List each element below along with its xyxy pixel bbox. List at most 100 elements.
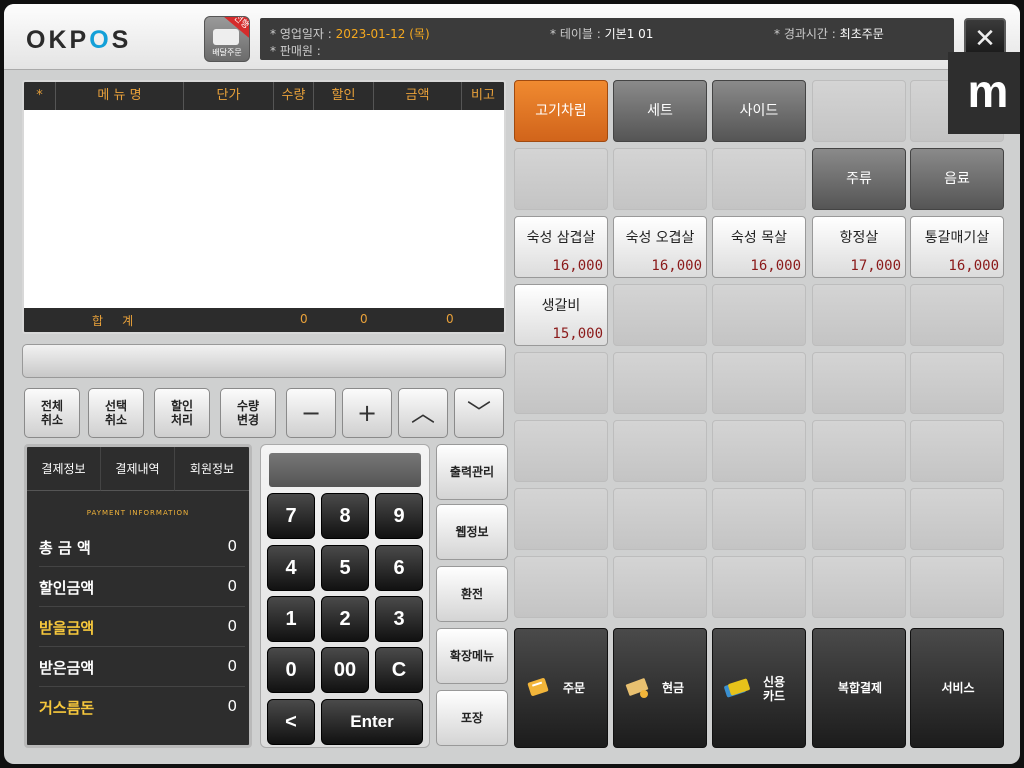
column-header-marker: * — [24, 82, 56, 110]
tab-payment-info[interactable]: 결제정보 — [27, 447, 101, 491]
payment-info-heading: PAYMENT INFORMATION — [86, 509, 190, 517]
chevron-left-icon: < — [285, 711, 297, 733]
change-amount-label: 거스름돈 — [39, 699, 95, 717]
empty-slot — [712, 352, 806, 414]
key-enter[interactable]: Enter — [321, 699, 423, 745]
category-side[interactable]: 사이드 — [712, 80, 806, 142]
empty-slot — [712, 488, 806, 550]
menu-item-name: 항정살 — [839, 230, 879, 246]
elapsed-value: 최초주문 — [839, 27, 884, 41]
combined-payment-label: 복합결제 — [837, 681, 883, 695]
menu-item-aged-moksal[interactable]: 숙성 목살 16,000 — [712, 216, 806, 278]
delivery-label: 배달주문 — [212, 48, 242, 57]
print-management-button[interactable]: 출력관리 — [436, 444, 508, 500]
total-amount-value: 0 — [227, 537, 237, 555]
key-8[interactable]: 8 — [321, 493, 369, 539]
menu-item-price: 16,000 — [552, 258, 603, 274]
key-clear[interactable]: C — [375, 647, 423, 693]
empty-slot — [910, 556, 1004, 618]
empty-slot — [613, 420, 707, 482]
discount-amount-row: 할인금액 0 — [39, 567, 245, 607]
change-amount-value: 0 — [227, 697, 237, 715]
credit-card-label: 신용 카드 — [763, 675, 786, 703]
info-bar: * 영업일자 : 2023-01-12 (목) * 테이블 : 기본1 01 *… — [260, 18, 954, 60]
empty-slot — [613, 556, 707, 618]
down-button[interactable]: ﹀ — [454, 388, 504, 438]
pos-window: OKPOS 선행 배달주문 * 영업일자 : 2023-01-12 (목) * … — [4, 4, 1020, 764]
order-icon — [527, 678, 549, 696]
top-bar: OKPOS 선행 배달주문 * 영업일자 : 2023-01-12 (목) * … — [4, 4, 1020, 70]
key-5[interactable]: 5 — [321, 545, 369, 591]
menu-item-aged-samgyeopsal[interactable]: 숙성 삼겹살 16,000 — [514, 216, 608, 278]
empty-slot — [812, 556, 906, 618]
order-label: 주문 — [563, 681, 586, 695]
sum-discount: 0 — [360, 312, 368, 326]
sum-row: 합 계 0 0 0 — [24, 308, 504, 332]
currency-exchange-button[interactable]: 환전 — [436, 566, 508, 622]
menu-item-price: 15,000 — [552, 326, 603, 342]
key-3[interactable]: 3 — [375, 596, 423, 642]
menu-item-hangjeongsal[interactable]: 항정살 17,000 — [812, 216, 906, 278]
truck-icon — [213, 29, 239, 45]
key-0[interactable]: 0 — [267, 647, 315, 693]
menu-item-aged-ogyeopsal[interactable]: 숙성 오겹살 16,000 — [613, 216, 707, 278]
key-4[interactable]: 4 — [267, 545, 315, 591]
m-logo: m — [948, 52, 1020, 134]
up-button[interactable]: ︿ — [398, 388, 448, 438]
key-7[interactable]: 7 — [267, 493, 315, 539]
empty-slot — [812, 284, 906, 346]
business-date: 2023-01-12 (목) — [335, 27, 430, 41]
tab-member-info[interactable]: 회원정보 — [175, 447, 249, 491]
tab-payment-history[interactable]: 결제내역 — [101, 447, 175, 491]
menu-item-galmaegisal[interactable]: 통갈매기살 16,000 — [910, 216, 1004, 278]
cancel-selected-button[interactable]: 선택 취소 — [88, 388, 144, 438]
key-6[interactable]: 6 — [375, 545, 423, 591]
empty-slot — [613, 284, 707, 346]
empty-slot — [712, 284, 806, 346]
cash-button[interactable]: 현금 — [613, 628, 707, 748]
web-info-button[interactable]: 웹정보 — [436, 504, 508, 560]
key-9[interactable]: 9 — [375, 493, 423, 539]
credit-card-button[interactable]: 신용 카드 — [712, 628, 806, 748]
business-date-info: * 영업일자 : 2023-01-12 (목) — [270, 27, 430, 41]
minus-button[interactable]: − — [286, 388, 336, 438]
empty-slot — [812, 488, 906, 550]
key-1[interactable]: 1 — [267, 596, 315, 642]
order-button[interactable]: 주문 — [514, 628, 608, 748]
takeout-button[interactable]: 포장 — [436, 690, 508, 746]
numeric-keypad: 7 8 9 4 5 6 1 2 3 0 00 C < Enter — [260, 444, 430, 748]
category-liquor[interactable]: 주류 — [812, 148, 906, 210]
discount-button[interactable]: 할인 처리 — [154, 388, 210, 438]
extended-menu-button[interactable]: 확장메뉴 — [436, 628, 508, 684]
column-header-price: 단가 — [184, 82, 274, 110]
close-icon: ✕ — [974, 24, 996, 54]
empty-slot — [613, 148, 707, 210]
key-00[interactable]: 00 — [321, 647, 369, 693]
category-set[interactable]: 세트 — [613, 80, 707, 142]
empty-slot — [712, 148, 806, 210]
category-drinks[interactable]: 음료 — [910, 148, 1004, 210]
empty-slot — [910, 284, 1004, 346]
change-qty-button[interactable]: 수량 변경 — [220, 388, 276, 438]
cancel-all-button[interactable]: 전체 취소 — [24, 388, 80, 438]
cash-label: 현금 — [662, 681, 685, 695]
order-table[interactable]: * 메 뉴 명 단가 수량 할인 금액 비고 합 계 0 0 0 — [22, 80, 506, 334]
empty-slot — [910, 352, 1004, 414]
sum-amount: 0 — [446, 312, 454, 326]
table-info: * 테이블 : 기본1 01 — [550, 27, 654, 41]
menu-item-name: 숙성 오겹살 — [625, 230, 695, 246]
delivery-order-button[interactable]: 선행 배달주문 — [204, 16, 250, 62]
keypad-display — [269, 453, 421, 487]
payment-panel: 결제정보 결제내역 회원정보 PAYMENT INFORMATION 총 금 액… — [24, 444, 252, 748]
combined-payment-button[interactable]: 복합결제 — [812, 628, 906, 748]
menu-item-saenggalbi[interactable]: 생갈비 15,000 — [514, 284, 608, 346]
category-meat-set[interactable]: 고기차림 — [514, 80, 608, 142]
chevron-up-icon: ︿ — [411, 399, 435, 427]
key-2[interactable]: 2 — [321, 596, 369, 642]
key-backspace[interactable]: < — [267, 699, 315, 745]
plus-button[interactable]: + — [342, 388, 392, 438]
service-button[interactable]: 서비스 — [910, 628, 1004, 748]
empty-slot — [910, 420, 1004, 482]
table-value: 기본1 01 — [604, 27, 654, 41]
menu-item-price: 16,000 — [948, 258, 999, 274]
